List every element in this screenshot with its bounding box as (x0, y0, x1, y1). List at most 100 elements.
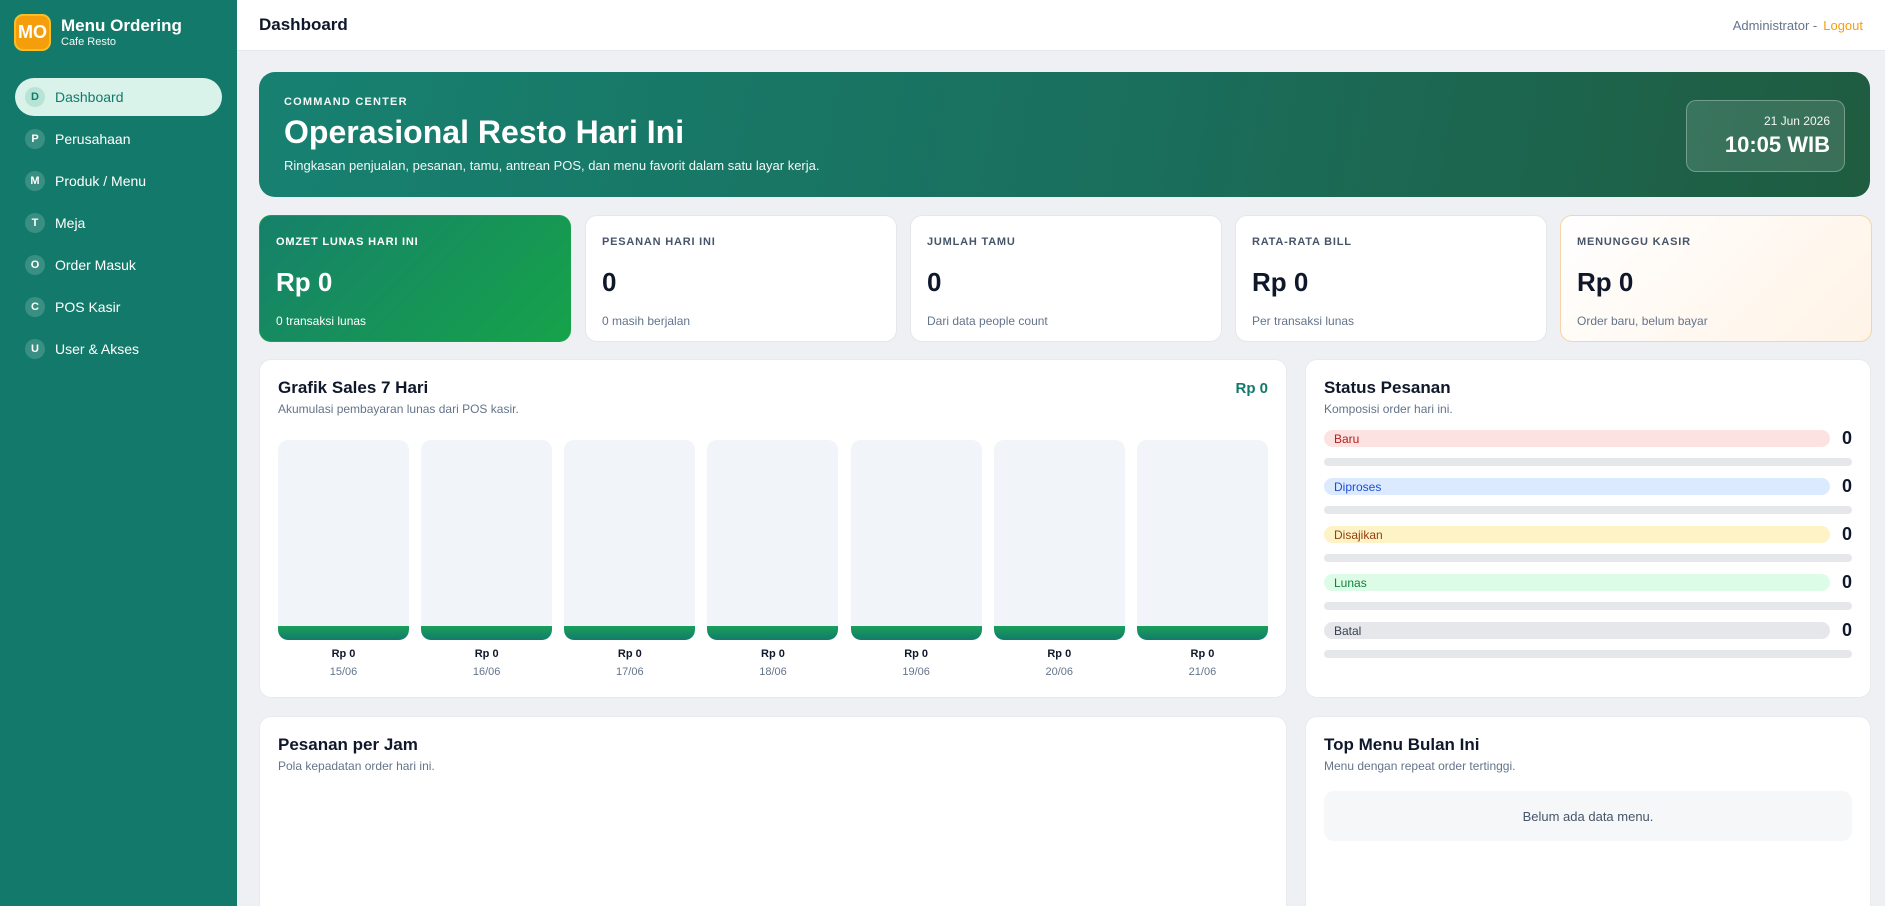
status-progress (1324, 458, 1852, 466)
sidebar-item-dashboard[interactable]: D Dashboard (15, 78, 222, 116)
sidebar-item-label: Order Masuk (55, 257, 136, 273)
bar-track (564, 440, 696, 640)
sidebar-item-produk-menu[interactable]: M Produk / Menu (15, 162, 222, 200)
brand[interactable]: MO Menu Ordering Cafe Resto (0, 0, 237, 64)
sidebar-item-order-masuk[interactable]: O Order Masuk (15, 246, 222, 284)
sidebar-item-label: User & Akses (55, 341, 140, 357)
status-panel: Status Pesanan Komposisi order hari ini.… (1305, 359, 1871, 698)
user-name: Administrator - (1732, 17, 1818, 33)
bar-value-label: Rp 0 (617, 648, 642, 660)
bar-track (278, 440, 409, 640)
bar (1136, 626, 1268, 640)
brand-title: Menu Ordering (61, 15, 182, 35)
command-center-banner: COMMAND CENTER Operasional Resto Hari In… (259, 72, 1870, 197)
stat-card-pesanan: PESANAN HARI INI 0 0 masih berjalan (585, 215, 897, 342)
order-masuk-icon: O (25, 255, 45, 275)
panel-title: Top Menu Bulan Ini (1324, 735, 1480, 754)
status-badge: Baru (1324, 430, 1830, 447)
empty-state: Belum ada data menu. (1324, 791, 1852, 841)
x-tick-label: 18/06 (759, 666, 787, 678)
top-menu-panel: Top Menu Bulan Ini Menu dengan repeat or… (1305, 716, 1871, 906)
status-count: 0 (1841, 476, 1852, 496)
status-badge: Batal (1324, 622, 1830, 639)
sidebar-item-user-akses[interactable]: U User & Akses (15, 330, 222, 368)
stat-note: Per transaksi lunas (1252, 314, 1355, 328)
panel-subtitle: Komposisi order hari ini. (1324, 402, 1453, 416)
stat-card-tamu: JUMLAH TAMU 0 Dari data people count (910, 215, 1222, 342)
banner-eyebrow: COMMAND CENTER (284, 96, 408, 108)
brand-logo: MO (14, 13, 51, 51)
sales-chart-panel: Grafik Sales 7 Hari Akumulasi pembayaran… (259, 359, 1287, 698)
bar (850, 626, 982, 640)
sidebar-item-label: Perusahaan (55, 131, 131, 147)
sidebar: MO Menu Ordering Cafe Resto D Dashboard … (0, 0, 237, 906)
stat-value: Rp 0 (276, 267, 333, 297)
stat-note: Order baru, belum bayar (1577, 314, 1708, 328)
bar (707, 626, 839, 640)
dashboard-icon: D (25, 87, 45, 107)
status-badge: Lunas (1324, 574, 1830, 591)
sidebar-nav: D Dashboard P Perusahaan M Produk / Menu… (0, 78, 237, 368)
sidebar-item-label: POS Kasir (55, 299, 121, 315)
topbar: Dashboard Administrator - Logout (237, 0, 1885, 51)
bar-column: Rp 0 18/06 (707, 440, 839, 690)
produk-menu-icon: M (25, 171, 45, 191)
perusahaan-icon: P (25, 129, 45, 149)
clock-widget: 21 Jun 2026 10:05 WIB (1686, 100, 1845, 172)
bar-value-label: Rp 0 (1190, 648, 1215, 660)
sidebar-item-pos-kasir[interactable]: C POS Kasir (15, 288, 222, 326)
bar-value-label: Rp 0 (904, 648, 929, 660)
stat-value: Rp 0 (1252, 267, 1309, 297)
status-row: Disajikan 0 (1324, 524, 1852, 572)
stat-label: PESANAN HARI INI (602, 236, 716, 248)
x-tick-label: 19/06 (902, 666, 930, 678)
stat-note: Dari data people count (927, 314, 1048, 328)
stat-label: MENUNGGU KASIR (1577, 236, 1691, 248)
stat-note: 0 transaksi lunas (276, 314, 367, 328)
bar-column: Rp 0 17/06 (564, 440, 696, 690)
x-tick-label: 16/06 (472, 666, 501, 678)
sidebar-item-meja[interactable]: T Meja (15, 204, 222, 242)
pos-kasir-icon: C (25, 297, 45, 317)
status-progress (1324, 602, 1852, 610)
status-row: Batal 0 (1324, 620, 1852, 668)
status-count: 0 (1841, 524, 1852, 544)
status-row: Baru 0 (1324, 428, 1852, 476)
user-akses-icon: U (25, 339, 45, 359)
bar-value-label: Rp 0 (331, 648, 356, 660)
hourly-orders-panel: Pesanan per Jam Pola kepadatan order har… (259, 716, 1287, 906)
clock-date: 21 Jun 2026 (1763, 114, 1830, 128)
status-row: Diproses 0 (1324, 476, 1852, 524)
page-title: Dashboard (259, 15, 348, 34)
logout-link[interactable]: Logout (1823, 18, 1863, 33)
clock-time: 10:05 WIB (1724, 132, 1830, 157)
bar-value-label: Rp 0 (474, 648, 499, 660)
x-tick-label: 15/06 (329, 666, 358, 678)
bar-column: Rp 0 15/06 (278, 440, 409, 690)
bar-value-label: Rp 0 (761, 648, 785, 660)
status-progress (1324, 650, 1852, 658)
brand-subtitle: Cafe Resto (61, 35, 117, 48)
bar-track (850, 440, 982, 640)
bar (421, 626, 553, 640)
bar (278, 626, 409, 640)
stat-label: JUMLAH TAMU (927, 236, 1016, 248)
bar (564, 626, 696, 640)
status-progress (1324, 554, 1852, 562)
x-tick-label: 17/06 (616, 666, 644, 678)
bar-track (707, 440, 839, 640)
stat-card-menunggu-kasir: MENUNGGU KASIR Rp 0 Order baru, belum ba… (1560, 215, 1872, 342)
banner-subtitle: Ringkasan penjualan, pesanan, tamu, antr… (284, 158, 820, 173)
sidebar-item-perusahaan[interactable]: P Perusahaan (15, 120, 222, 158)
status-row: Lunas 0 (1324, 572, 1852, 620)
stat-label: OMZET LUNAS HARI INI (276, 236, 419, 248)
user-menu: Administrator - Logout (1733, 18, 1863, 33)
bar-track (421, 440, 553, 640)
bar-value-label: Rp 0 (1047, 648, 1072, 660)
banner-title: Operasional Resto Hari Ini (284, 114, 685, 150)
stat-note: 0 masih berjalan (602, 314, 691, 328)
sidebar-item-label: Meja (55, 215, 86, 231)
panel-subtitle: Pola kepadatan order hari ini. (278, 759, 435, 773)
bar-column: Rp 0 21/06 (1136, 440, 1268, 690)
panel-subtitle: Akumulasi pembayaran lunas dari POS kasi… (278, 402, 519, 416)
